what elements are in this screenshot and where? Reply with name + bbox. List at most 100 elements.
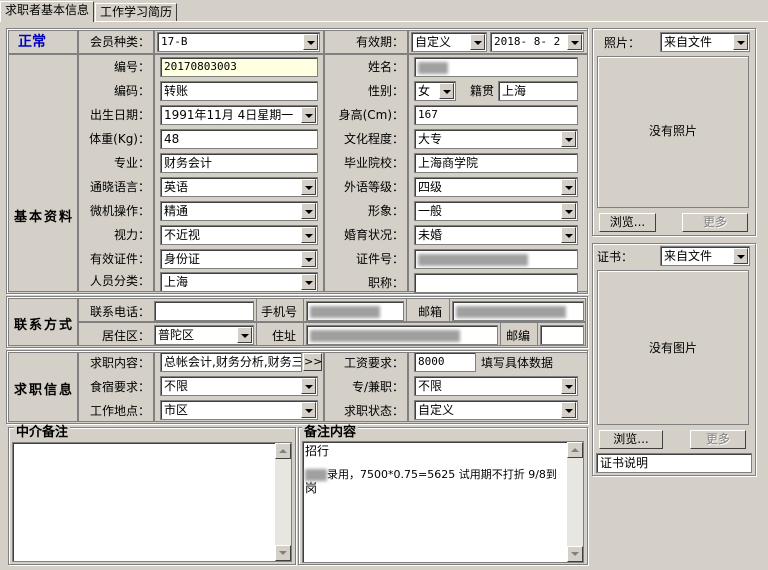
gender-select[interactable]: 女 [414,81,456,101]
code-field[interactable]: 转账 [160,81,318,101]
member-select[interactable]: 17-B [157,32,320,52]
chevron-down-icon[interactable] [561,203,576,219]
contact-section-title: 联系方式 [14,318,75,333]
chevron-down-icon[interactable] [561,378,576,394]
validity-date-picker[interactable]: 2018- 8- 2 [490,32,584,52]
redacted-remark-name [305,469,327,481]
mobile-field[interactable] [306,301,404,321]
email-field[interactable] [452,301,584,321]
major-field[interactable]: 财务会计 [160,153,318,173]
chevron-down-icon[interactable] [301,378,316,394]
chevron-down-icon[interactable] [303,34,318,50]
location-select[interactable]: 市区 [160,400,318,420]
chevron-down-icon[interactable] [470,34,485,50]
validity-type-select[interactable]: 自定义 [411,32,487,52]
foreign-select[interactable]: 四级 [414,177,578,197]
remark-scrollbar[interactable] [567,442,583,562]
salary-field[interactable]: 8000 [414,352,476,372]
height-field[interactable]: 167 [414,105,578,125]
scroll-down-icon[interactable] [567,546,583,562]
redacted-address [310,329,460,342]
cert-label: 有效证件： [89,252,150,266]
chevron-down-icon[interactable] [301,227,316,243]
education-select[interactable]: 大专 [414,129,578,149]
food-select[interactable]: 不限 [160,376,318,396]
chevron-down-icon[interactable] [561,402,576,418]
id-field[interactable]: 20170803003 [160,57,318,77]
birth-date-picker[interactable]: 1991年11月 4日星期一 [160,105,318,125]
job-status-select[interactable]: 自定义 [414,400,578,420]
chevron-down-icon[interactable] [301,107,316,123]
certificate-source-select[interactable]: 来自文件 [660,246,750,266]
tab-basic-info[interactable]: 求职者基本信息 [0,1,94,22]
certificate-browse-button[interactable]: 浏览... [599,430,663,449]
cert-select[interactable]: 身份证 [160,249,318,269]
job-content-field[interactable]: 总帐会计,财务分析,财务三 [160,352,302,372]
chevron-down-icon[interactable] [237,327,252,343]
agent-notes-textarea[interactable] [12,442,292,562]
validity-type-value: 自定义 [415,35,452,49]
food-label: 食宿要求： [89,380,150,394]
location-label: 工作地点： [89,404,150,418]
marital-select[interactable]: 未婚 [414,225,578,245]
tab-resume[interactable]: 工作学习简历 [95,3,177,21]
agent-notes-scrollbar[interactable] [275,443,291,561]
foreign-value: 四级 [418,180,443,194]
certificate-more-button[interactable]: 更多 [690,430,746,449]
name-field[interactable] [414,57,578,77]
photo-more-button[interactable]: 更多 [682,213,748,232]
lang-select[interactable]: 英语 [160,177,318,197]
remark-textarea[interactable] [302,441,584,563]
photo-source-select[interactable]: 来自文件 [660,32,750,52]
computer-select[interactable]: 精通 [160,201,318,221]
height-label: 身高(Cm)： [338,108,404,122]
title-field[interactable] [414,273,578,293]
chevron-down-icon[interactable] [561,179,576,195]
image-select[interactable]: 一般 [414,201,578,221]
district-label: 居住区： [101,329,150,343]
chevron-down-icon[interactable] [561,227,576,243]
address-field[interactable] [306,325,498,345]
chevron-down-icon[interactable] [439,83,454,99]
lang-label: 通晓语言： [89,180,150,194]
chevron-down-icon[interactable] [733,34,748,50]
chevron-down-icon[interactable] [301,274,316,290]
chevron-down-icon[interactable] [301,251,316,267]
title-label: 职称： [367,276,404,290]
scroll-down-icon[interactable] [275,545,291,561]
redacted-email [456,305,566,318]
chevron-down-icon[interactable] [301,402,316,418]
parttime-value: 不限 [418,379,443,393]
photo-browse-button[interactable]: 浏览... [599,213,656,232]
zip-label: 邮编 [506,329,531,343]
chevron-down-icon[interactable] [733,248,748,264]
redacted-mobile [310,305,380,318]
status-text: 正常 [18,34,46,50]
chevron-down-icon[interactable] [301,179,316,195]
zip-field[interactable] [540,325,584,345]
vision-select[interactable]: 不近视 [160,225,318,245]
phone-field[interactable] [154,301,254,321]
image-label: 形象： [367,204,404,218]
native-field[interactable]: 上海 [498,81,578,101]
food-value: 不限 [164,379,189,393]
certificate-desc-field[interactable]: 证书说明 [596,453,752,473]
school-field[interactable]: 上海商学院 [414,153,578,173]
parttime-select[interactable]: 不限 [414,376,578,396]
certno-field[interactable] [414,249,578,269]
address-label: 住址 [272,329,297,343]
chevron-down-icon[interactable] [567,34,582,50]
photo-empty-text: 没有照片 [648,124,697,138]
weight-field[interactable]: 48 [160,129,318,149]
category-select[interactable]: 上海 [160,272,318,292]
job-content-more-button[interactable]: >> [303,353,322,371]
scroll-up-icon[interactable] [275,443,291,459]
computer-label: 微机操作： [89,204,150,218]
scroll-up-icon[interactable] [567,442,583,458]
district-select[interactable]: 普陀区 [154,325,254,345]
id-label: 编号： [113,60,150,74]
redacted-name [418,61,448,74]
certificate-source-value: 来自文件 [664,249,713,263]
chevron-down-icon[interactable] [301,203,316,219]
chevron-down-icon[interactable] [561,131,576,147]
